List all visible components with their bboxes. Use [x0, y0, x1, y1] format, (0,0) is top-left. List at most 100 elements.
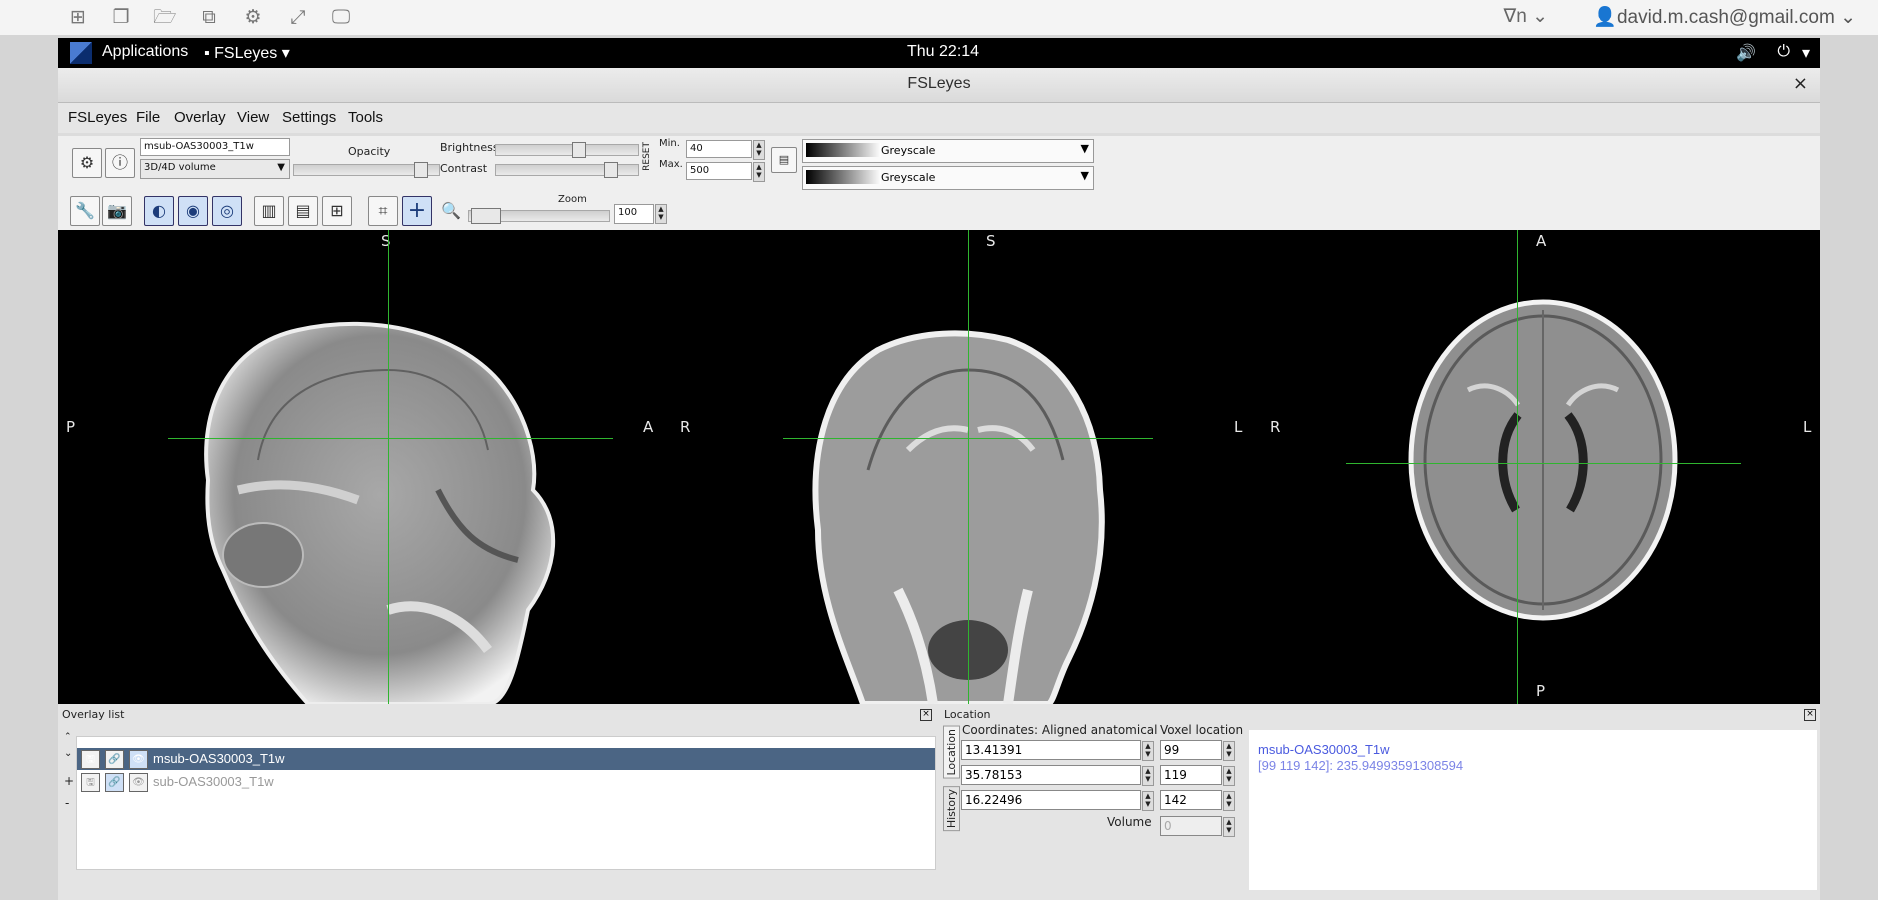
voxel-x-field[interactable]: 99 — [1160, 740, 1222, 760]
chevron-down-icon[interactable]: ▾ — [1802, 43, 1810, 63]
menu-fsleyes[interactable]: FSLeyes — [68, 109, 127, 126]
fullscreen-icon[interactable]: ⤢ — [287, 6, 309, 28]
copy-icon[interactable]: ⧉ — [198, 6, 220, 28]
coord-y-field[interactable]: 35.78153 — [961, 765, 1141, 785]
gear-icon[interactable]: ⚙ — [72, 148, 102, 178]
reset-button[interactable]: RESET — [642, 142, 652, 171]
zoom-slider[interactable] — [468, 208, 610, 224]
info-icon[interactable]: ⓘ — [105, 148, 135, 178]
voxel-y-field[interactable]: 119 — [1160, 765, 1222, 785]
move-up-button[interactable]: ⌃ — [64, 732, 72, 742]
volume-icon[interactable]: 🔊 — [1736, 43, 1756, 63]
coord-x-spinner[interactable]: ▲ ▼ — [1142, 741, 1154, 761]
min-spinner[interactable]: ▲ ▼ — [753, 140, 765, 160]
windows-icon[interactable]: ❐ — [110, 6, 132, 28]
max-label: Max. — [659, 159, 683, 170]
volume-field[interactable]: 0 — [1160, 816, 1222, 836]
grid-layout-icon[interactable]: ⊞ — [322, 196, 352, 226]
slider-thumb[interactable] — [471, 208, 501, 224]
overlay-type-select[interactable]: 3D/4D volume ▼ — [140, 159, 290, 179]
zoom-spinner[interactable]: ▲ ▼ — [655, 204, 667, 224]
overlay-row[interactable]: 🖫 🔗 👁 sub-OAS30003_T1w — [77, 771, 935, 793]
coronal-view-icon[interactable]: ◉ — [178, 196, 208, 226]
folder-open-icon[interactable]: 🗁 — [153, 6, 177, 28]
eye-icon[interactable]: 👁 — [129, 750, 148, 769]
min-field[interactable]: 40 — [686, 140, 752, 158]
slider-thumb[interactable] — [604, 162, 618, 178]
sagittal-view-icon[interactable]: ◐ — [144, 196, 174, 226]
activities-icon[interactable] — [70, 42, 92, 64]
max-field[interactable]: 500 — [686, 162, 752, 180]
app-menu[interactable]: ▪ FSLeyes ▾ — [204, 43, 290, 63]
coord-z-spinner[interactable]: ▲ ▼ — [1142, 791, 1154, 811]
tab-location[interactable]: Location — [943, 726, 960, 779]
overlay-row-selected[interactable]: 🖫 🔗 👁 msub-OAS30003_T1w — [77, 748, 935, 770]
user-menu[interactable]: 👤david.m.cash@gmail.com ⌄ — [1593, 5, 1856, 29]
contrast-slider[interactable] — [495, 162, 639, 178]
colormap-select[interactable]: Greyscale ▼ — [802, 139, 1094, 163]
move-down-button[interactable]: ⌄ — [64, 748, 72, 759]
menu-view[interactable]: View — [237, 109, 269, 126]
sagittal-view[interactable]: S P A — [58, 230, 668, 704]
menu-settings[interactable]: Settings — [282, 109, 336, 126]
add-overlay-button[interactable]: + — [64, 774, 74, 788]
coord-z-field[interactable]: 16.22496 — [961, 790, 1141, 810]
crosshair-icon[interactable]: + — [402, 196, 432, 226]
keyboard-layout-menu[interactable]: ∇n ⌄ — [1504, 5, 1548, 28]
tab-history[interactable]: History — [943, 786, 960, 832]
info-voxel-value: [99 119 142]: 235.94993591308594 — [1258, 758, 1464, 773]
menu-file[interactable]: File — [136, 109, 160, 126]
remove-overlay-button[interactable]: - — [65, 796, 69, 810]
apps-grid-icon[interactable]: ⊞ — [67, 6, 89, 28]
vertical-layout-icon[interactable]: ▤ — [288, 196, 318, 226]
close-button[interactable]: × — [1793, 73, 1808, 94]
horizontal-layout-icon[interactable]: ▥ — [254, 196, 284, 226]
voxel-z-spinner[interactable]: ▲ ▼ — [1223, 791, 1235, 811]
voxel-y-spinner[interactable]: ▲ ▼ — [1223, 766, 1235, 786]
opacity-slider[interactable] — [293, 162, 440, 178]
orientation-posterior: P — [1536, 682, 1546, 700]
movie-mode-icon[interactable]: ⌗ — [368, 196, 398, 226]
voxel-x-spinner[interactable]: ▲ ▼ — [1223, 741, 1235, 761]
wrench-icon[interactable]: 🔧 — [70, 196, 100, 226]
brightness-slider[interactable] — [495, 142, 639, 158]
axial-view-icon[interactable]: ◎ — [212, 196, 242, 226]
save-icon[interactable]: 🖫 — [81, 750, 100, 769]
zoom-field[interactable]: 100 — [614, 204, 654, 224]
close-icon[interactable]: × — [1804, 709, 1816, 721]
camera-icon[interactable]: 📷 — [102, 196, 132, 226]
menu-tools[interactable]: Tools — [348, 109, 383, 126]
overlay-name-field[interactable]: msub-OAS30003_T1w — [140, 138, 290, 156]
gear-icon[interactable]: ⚙ — [242, 6, 264, 28]
colormap-name: Greyscale — [881, 144, 936, 157]
crosshair-horizontal — [1346, 463, 1741, 464]
zoom-label: Zoom — [558, 194, 587, 205]
axial-view[interactable]: A R L P — [1258, 230, 1820, 704]
link-icon[interactable]: 🔗 — [105, 773, 124, 792]
applications-menu[interactable]: Applications — [102, 43, 188, 61]
coronal-view[interactable]: S R L — [668, 230, 1258, 704]
volume-spinner[interactable]: ▲ ▼ — [1223, 817, 1235, 837]
overlay-name: msub-OAS30003_T1w — [153, 751, 285, 766]
ortho-canvas[interactable]: S P A S R L A R L P — [58, 230, 1820, 704]
clock[interactable]: Thu 22:14 — [907, 43, 979, 61]
coord-x-field[interactable]: 13.41391 — [961, 740, 1141, 760]
dropdown-arrow-icon: ▼ — [1080, 169, 1089, 182]
coord-y-spinner[interactable]: ▲ ▼ — [1142, 766, 1154, 786]
close-icon[interactable]: × — [920, 709, 932, 721]
negative-colormap-select[interactable]: Greyscale ▼ — [802, 166, 1094, 190]
menu-overlay[interactable]: Overlay — [174, 109, 226, 126]
save-icon[interactable]: 🖫 — [81, 773, 100, 792]
eye-icon[interactable]: 👁 — [129, 773, 148, 792]
slider-thumb[interactable] — [414, 162, 428, 178]
voxel-z-field[interactable]: 142 — [1160, 790, 1222, 810]
overlay-name: sub-OAS30003_T1w — [153, 774, 274, 789]
max-spinner[interactable]: ▲ ▼ — [753, 162, 765, 182]
monitor-icon[interactable]: 🖵 — [330, 6, 352, 28]
link-icon[interactable]: 🔗 — [105, 750, 124, 769]
slider-thumb[interactable] — [572, 142, 586, 158]
chevron-down-icon: ▾ — [281, 45, 290, 62]
zoom-icon: 🔍 — [441, 201, 461, 220]
power-icon[interactable]: ⏻ — [1777, 43, 1790, 61]
link-range-icon[interactable]: ▤ — [771, 147, 797, 173]
